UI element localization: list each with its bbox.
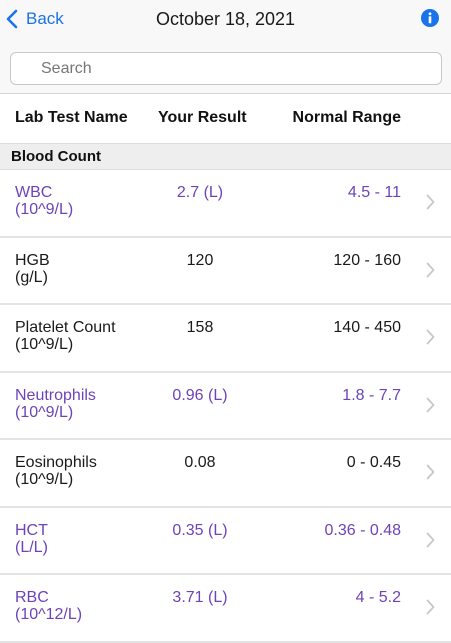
test-name: Platelet Count [15,319,116,336]
result-value: 120 [186,251,214,269]
search-bar [0,44,451,94]
normal-range-value: 4 - 5.2 [355,589,401,606]
test-name-cell: WBC (10^9/L) [15,184,73,218]
test-name: Eosinophils [15,454,97,471]
chevron-right-icon [426,329,435,345]
result-value: 158 [186,319,214,336]
chevron-right-icon [426,262,435,277]
result-value: 0.35 (L) [172,521,228,539]
test-name: RBC [15,589,49,606]
list-item[interactable]: Eosinophils (10^9/L) 0.08 0 - 0.45 [0,440,451,508]
result-value: 3.71 (L) [172,589,228,606]
chevron-right-icon [426,599,435,615]
column-header-range: Normal Range [292,109,401,126]
test-name: HCT [15,521,48,539]
test-unit: (10^12/L) [15,606,83,623]
test-unit: (10^9/L) [15,336,74,353]
test-unit: (10^9/L) [15,403,74,421]
list-item[interactable]: Platelet Count (10^9/L) 158 140 - 450 [0,305,451,373]
list-item[interactable]: Neutrophils (10^9/L) 0.96 (L) 1.8 - 7.7 [0,373,451,440]
chevron-right-icon [426,464,435,480]
result-value: 2.7 (L) [176,184,224,201]
list-item[interactable]: HCT (L/L) 0.35 (L) 0.36 - 0.48 [0,508,451,575]
result-value: 0.96 (L) [172,386,228,404]
test-name-cell: Platelet Count (10^9/L) [15,319,116,353]
normal-range-value: 4.5 - 11 [347,184,401,201]
test-unit: (g/L) [15,268,48,286]
test-name-cell: Eosinophils (10^9/L) [15,454,97,488]
result-value: 0.08 [184,454,216,471]
list-item[interactable]: WBC (10^9/L) 2.7 (L) 4.5 - 11 [0,170,451,238]
list-item[interactable]: HGB (g/L) 120 120 - 160 [0,238,451,305]
test-name-cell: HCT (L/L) [15,522,48,556]
test-name: Neutrophils [15,386,96,404]
test-name: WBC [15,184,53,201]
test-name-cell: RBC (10^12/L) [15,589,82,623]
column-header-row: Lab Test Name Your Result Normal Range [0,95,451,143]
normal-range-value: 1.8 - 7.7 [342,386,401,404]
test-unit: (10^9/L) [15,471,74,488]
test-name-cell: HGB (g/L) [15,252,50,286]
chevron-right-icon [426,532,435,547]
column-header-name: Lab Test Name [15,109,128,126]
list-item[interactable]: RBC (10^12/L) 3.71 (L) 4 - 5.2 [0,575,451,643]
lab-results-list: WBC (10^9/L) 2.7 (L) 4.5 - 11 HGB (g/L) 120 120… [0,170,451,643]
section-header: Blood Count [0,143,451,170]
test-name: HGB [15,251,50,269]
normal-range-value: 120 - 160 [333,251,401,269]
page-title: October 18, 2021 [155,9,296,29]
chevron-right-icon [426,194,435,210]
search-input[interactable] [10,52,442,85]
info-icon[interactable] [421,9,439,27]
navigation-bar: Back October 18, 2021 [0,0,451,44]
chevron-right-icon [426,397,435,412]
test-unit: (10^9/L) [15,201,74,218]
test-unit: (L/L) [15,538,48,556]
normal-range-value: 0.36 - 0.48 [324,521,402,539]
normal-range-value: 140 - 450 [333,319,401,336]
normal-range-value: 0 - 0.45 [346,454,401,471]
column-header-result: Your Result [158,109,247,126]
test-name-cell: Neutrophils (10^9/L) [15,387,96,421]
